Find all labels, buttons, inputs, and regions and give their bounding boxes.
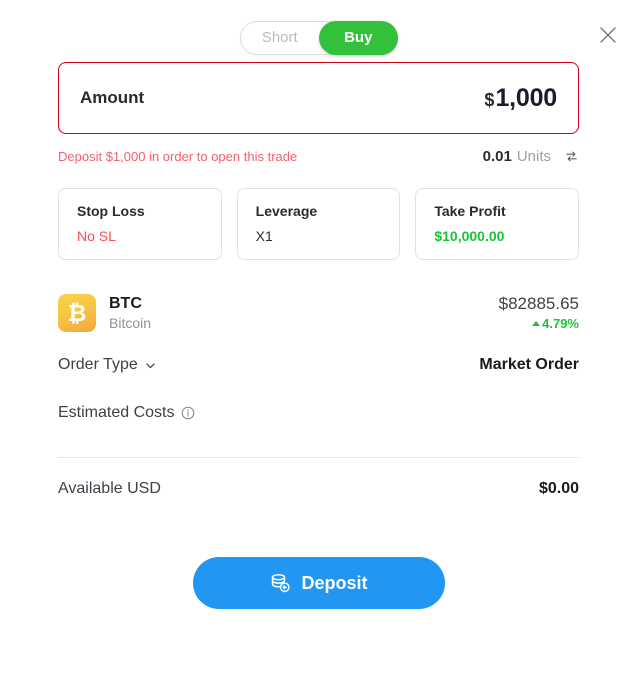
amount-label: Amount bbox=[80, 88, 145, 107]
order-type-label-wrap: Order Type bbox=[58, 356, 156, 374]
stop-loss-value: No SL bbox=[77, 228, 116, 244]
available-balance-value: $0.00 bbox=[538, 480, 579, 497]
asset-quote: $82885.65 4.79% bbox=[499, 293, 579, 332]
asset-row[interactable]: ₿ BTC Bitcoin $82885.65 4.79% bbox=[58, 292, 579, 334]
take-profit-label: Take Profit bbox=[434, 203, 506, 219]
leverage-value: X1 bbox=[255, 228, 273, 244]
toggle-option-short[interactable]: Short bbox=[241, 22, 320, 54]
info-icon[interactable] bbox=[181, 406, 195, 420]
amount-currency-symbol: $ bbox=[484, 89, 495, 110]
stop-loss-label: Stop Loss bbox=[77, 203, 145, 219]
swap-icon[interactable] bbox=[564, 149, 579, 164]
asset-text: BTC Bitcoin bbox=[109, 294, 151, 332]
toggle-option-buy[interactable]: Buy bbox=[319, 21, 398, 55]
deposit-button-label: Deposit bbox=[301, 572, 368, 593]
estimated-costs-label: Estimated Costs bbox=[58, 404, 175, 421]
trade-parameter-cards: Stop Loss No SL Leverage X1 Take Profit … bbox=[58, 188, 580, 260]
asset-name: Bitcoin bbox=[109, 314, 152, 331]
estimated-costs-label-wrap: Estimated Costs bbox=[58, 404, 195, 422]
take-profit-card[interactable]: Take Profit $10,000.00 bbox=[415, 188, 580, 260]
order-panel: Amount $ 1,000 Deposit $1,000 in order t… bbox=[0, 62, 637, 609]
chevron-down-icon[interactable] bbox=[145, 360, 156, 371]
stop-loss-card[interactable]: Stop Loss No SL bbox=[58, 188, 222, 260]
deposit-error-message: Deposit $1,000 in order to open this tra… bbox=[58, 148, 298, 164]
take-profit-value: $10,000.00 bbox=[434, 228, 505, 244]
top-bar: Short Buy bbox=[0, 0, 637, 62]
deposit-button-wrap: Deposit bbox=[58, 557, 579, 609]
units-display: 0.01 Units bbox=[483, 148, 579, 165]
units-label: Units bbox=[516, 147, 551, 165]
units-value: 0.01 bbox=[482, 147, 512, 165]
estimated-costs-row[interactable]: Estimated Costs bbox=[58, 396, 579, 430]
leverage-label: Leverage bbox=[255, 203, 318, 219]
asset-price: $82885.65 bbox=[498, 294, 579, 314]
amount-meta-row: Deposit $1,000 in order to open this tra… bbox=[58, 146, 579, 166]
bitcoin-logo-icon: ₿ bbox=[58, 294, 96, 332]
available-balance-row: Available USD $0.00 bbox=[58, 476, 579, 502]
caret-up-icon bbox=[532, 321, 541, 327]
order-type-label: Order Type bbox=[58, 356, 138, 373]
amount-number: 1,000 bbox=[495, 83, 557, 112]
amount-input[interactable]: Amount $ 1,000 bbox=[58, 62, 579, 134]
direction-toggle[interactable]: Short Buy bbox=[239, 21, 398, 55]
order-type-value: Market Order bbox=[479, 356, 579, 373]
leverage-card[interactable]: Leverage X1 bbox=[236, 188, 401, 260]
deposit-button[interactable]: Deposit bbox=[192, 557, 445, 609]
asset-change-value: 4.79% bbox=[542, 315, 579, 331]
asset-symbol: BTC bbox=[109, 294, 142, 312]
asset-identity: ₿ BTC Bitcoin bbox=[58, 294, 151, 332]
available-balance-label: Available USD bbox=[58, 480, 161, 497]
asset-change: 4.79% bbox=[499, 315, 579, 333]
section-divider bbox=[58, 457, 579, 458]
amount-value: $ 1,000 bbox=[484, 84, 557, 113]
deposit-coins-icon bbox=[269, 572, 291, 594]
close-icon[interactable] bbox=[599, 26, 617, 44]
order-type-row[interactable]: Order Type Market Order bbox=[58, 348, 579, 382]
